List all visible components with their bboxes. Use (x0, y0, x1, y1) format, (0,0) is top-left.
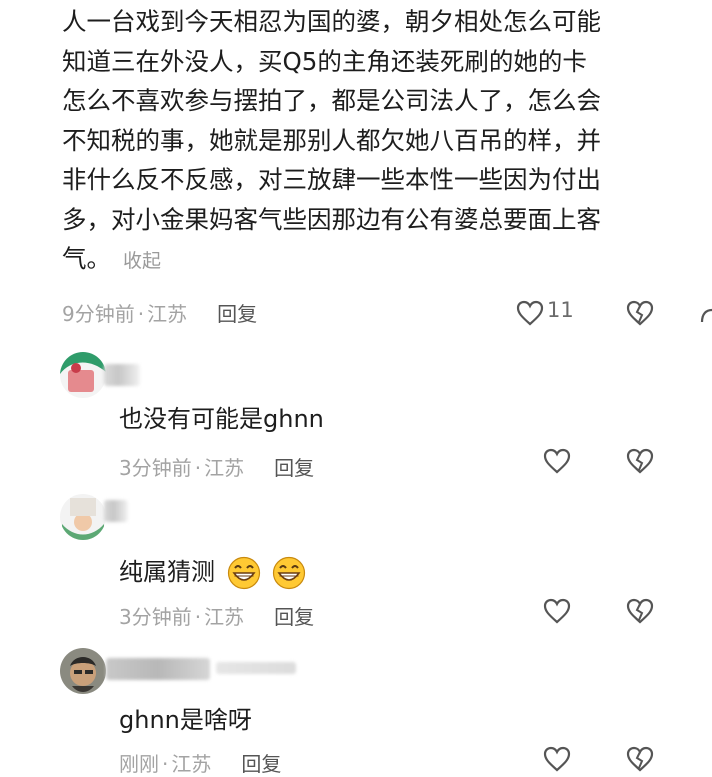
reply-time: 刚刚 (119, 752, 159, 776)
comment-line: 不知税的事，她就是那别人都欠她八百吊的样，并 (62, 125, 601, 155)
reply-location: 江苏 (204, 456, 245, 480)
reply-location: 江苏 (204, 605, 245, 629)
dislike-broken-heart-icon[interactable] (626, 448, 654, 474)
reply-time: 3分钟前 (119, 456, 192, 480)
avatar[interactable] (60, 352, 106, 398)
comment-line: 人一台戏到今天相忍为国的婆，朝夕相处怎么可能 (62, 7, 601, 36)
dislike-broken-heart-icon[interactable] (626, 598, 654, 624)
reply-meta: 刚刚 · 江苏 回复 (119, 748, 281, 777)
username-tag-blurred (216, 662, 296, 674)
reply-text: 纯属猜测 (119, 558, 215, 586)
main-comment-text: 人一台戏到今天相忍为国的婆，朝夕相处怎么可能 知道三在外没人，买Q5的主角还装死… (62, 2, 712, 282)
comment-line: 知道三在外没人，买Q5的主角还装死刷的她的卡 (62, 46, 587, 76)
reply-text-row: 纯属猜测 (119, 552, 306, 590)
reply-meta: 3分钟前 · 江苏 回复 (119, 452, 314, 481)
grin-emoji (227, 556, 260, 590)
meta-separator: · (194, 456, 202, 480)
reply-meta: 3分钟前 · 江苏 回复 (119, 601, 314, 630)
dislike-broken-heart-icon[interactable] (626, 746, 654, 772)
reply-button[interactable]: 回复 (217, 302, 257, 326)
reply-button[interactable]: 回复 (241, 752, 281, 776)
username-blurred (104, 364, 140, 386)
like-count: 11 (547, 298, 574, 322)
grin-emoji (273, 556, 306, 590)
comment-line: 多，对小金果妈客气些因那边有公有婆总要面上客 (62, 204, 601, 234)
reply-text: 也没有可能是ghnn (119, 405, 324, 433)
meta-separator: · (137, 302, 145, 326)
comment-line: 气。 收起 (62, 239, 712, 282)
avatar-image (60, 494, 106, 540)
comment-last-line: 气。 (62, 244, 111, 273)
comment-location: 江苏 (147, 302, 188, 326)
comment-time: 9分钟前 (62, 302, 135, 326)
collapse-button[interactable]: 收起 (123, 250, 161, 272)
avatar-image (60, 648, 106, 694)
reply-location: 江苏 (171, 752, 212, 776)
share-icon[interactable] (700, 300, 712, 326)
avatar[interactable] (60, 648, 106, 694)
like-heart-icon[interactable] (543, 598, 571, 624)
username-blurred (106, 658, 210, 680)
comment-line: 非什么反不反感，对三放肆一些本性一些因为付出 (62, 165, 601, 194)
meta-separator: · (162, 752, 169, 776)
avatar-image (60, 352, 106, 398)
dislike-broken-heart-icon[interactable] (626, 300, 654, 326)
meta-separator: · (194, 605, 202, 629)
username-blurred (104, 500, 128, 522)
like-heart-icon[interactable] (543, 448, 571, 474)
main-comment-meta: 9分钟前 · 江苏 回复 (62, 298, 257, 327)
like-heart-icon[interactable] (516, 300, 544, 326)
reply-time: 3分钟前 (119, 605, 192, 629)
reply-button[interactable]: 回复 (274, 605, 314, 629)
reply-text: ghnn是啥呀 (119, 706, 252, 734)
avatar[interactable] (60, 494, 106, 540)
like-heart-icon[interactable] (543, 746, 571, 772)
comment-line: 怎么不喜欢参与摆拍了，都是公司法人了，怎么会 (62, 86, 601, 115)
reply-button[interactable]: 回复 (274, 456, 314, 480)
